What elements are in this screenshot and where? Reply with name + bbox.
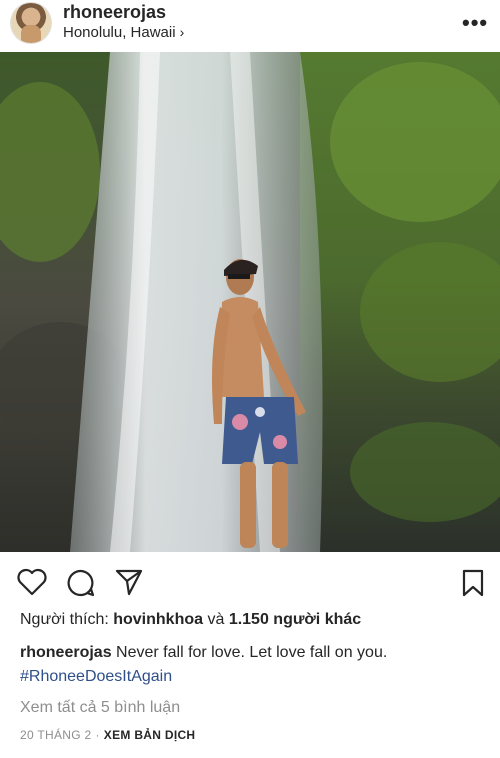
chevron-right-icon: › [179, 24, 185, 40]
share-icon[interactable] [114, 568, 144, 596]
likes-middle: và [203, 611, 229, 628]
post-location[interactable]: Honolulu, Hawaii › [63, 24, 184, 41]
separator-dot: · [95, 728, 100, 742]
avatar[interactable] [11, 3, 51, 43]
post-username[interactable]: rhoneerojas [63, 2, 166, 23]
caption-text: Never fall for love. Let love fall on yo… [111, 644, 388, 661]
location-text: Honolulu, Hawaii [63, 24, 176, 41]
likes-line: Người thích: hovinhkhoa và 1.150 người k… [20, 611, 361, 629]
post-meta: 20 THÁNG 2 · XEM BẢN DỊCH [20, 728, 195, 742]
heart-icon[interactable] [17, 568, 47, 596]
see-translation-link[interactable]: XEM BẢN DỊCH [104, 728, 196, 742]
caption-username[interactable]: rhoneerojas [20, 644, 112, 661]
action-bar [0, 562, 500, 602]
bookmark-icon[interactable] [461, 568, 485, 598]
comment-icon[interactable] [66, 568, 96, 598]
more-options-button[interactable]: ••• [462, 10, 488, 36]
likes-count-link[interactable]: 1.150 người khác [229, 611, 361, 628]
caption: rhoneerojas Never fall for love. Let lov… [20, 644, 387, 662]
likes-prefix: Người thích: [20, 611, 114, 628]
view-all-comments-link[interactable]: Xem tất cả 5 bình luận [20, 699, 180, 717]
liked-by-user-link[interactable]: hovinhkhoa [113, 611, 203, 628]
hashtag-link[interactable]: #RhoneeDoesItAgain [20, 668, 172, 686]
post-date: 20 THÁNG 2 [20, 728, 92, 742]
post-photo[interactable] [0, 52, 500, 552]
post-header: rhoneerojas Honolulu, Hawaii › ••• [0, 0, 500, 52]
